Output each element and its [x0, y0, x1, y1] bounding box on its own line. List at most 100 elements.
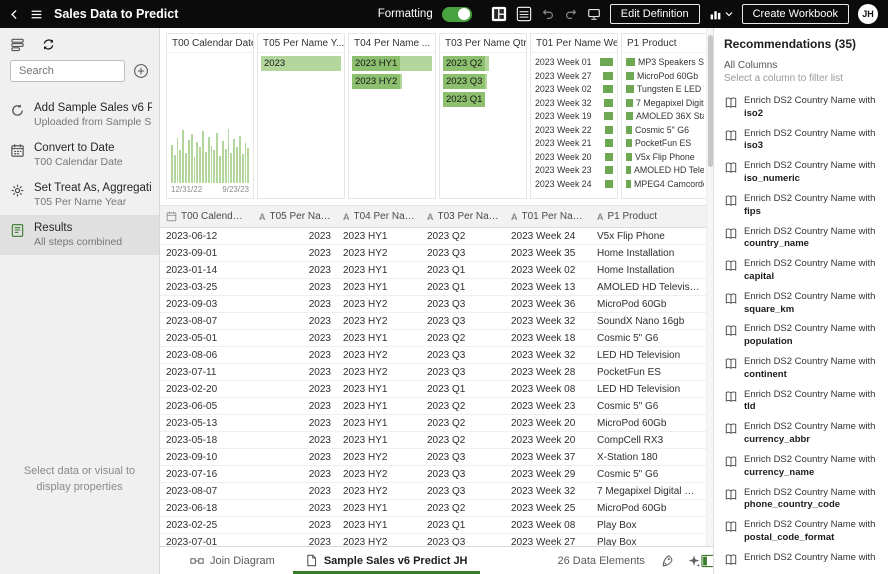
value-bar[interactable]: 2023 Q1 [443, 92, 485, 107]
book-icon [724, 357, 738, 371]
value-row[interactable]: AMOLED HD Televisi... [626, 164, 704, 176]
present-icon[interactable] [587, 7, 601, 21]
book-icon [724, 129, 738, 143]
value-row[interactable]: AMOLED 36X Standa... [626, 110, 704, 122]
value-row[interactable]: Cosmic 5" G6 [626, 124, 704, 136]
profile-card-6[interactable]: P1 Product MP3 Speakers System MicroPod 60… [621, 33, 709, 199]
value-row[interactable]: V5x Flip Phone [626, 151, 704, 163]
data-panel-icon[interactable] [10, 37, 25, 52]
table-cell: 2023 [253, 248, 337, 259]
value-bar[interactable]: 2023 [261, 56, 341, 71]
undo-icon[interactable] [541, 7, 555, 21]
avatar[interactable]: JH [858, 4, 878, 24]
data-quality-icon[interactable] [661, 554, 675, 568]
value-label: MicroPod 60Gb [637, 71, 704, 81]
value-row[interactable]: 2023 Week 23 [535, 164, 613, 176]
value-row[interactable]: 2023 Week 27 [535, 70, 613, 82]
recommendation-item[interactable]: Enrich DS2 Country Name withpostal_code_… [724, 519, 884, 545]
insights-sparkle-icon[interactable] [687, 554, 701, 568]
recommendation-item[interactable]: Enrich DS2 Country Name withcontinent [724, 356, 884, 382]
profile-card-3[interactable]: T04 Per Name ...2023 HY12023 HY2 [348, 33, 436, 199]
value-bar[interactable]: 2023 Q2 [443, 56, 489, 71]
recommendation-item[interactable]: Enrich DS2 Country Name with [724, 552, 884, 567]
value-bar[interactable]: 2023 HY1 [352, 56, 432, 71]
value-row[interactable]: 2023 Week 20 [535, 151, 613, 163]
search-input[interactable] [10, 60, 125, 82]
profile-card-title: P1 Product [622, 34, 708, 53]
recommendation-item[interactable]: Enrich DS2 Country Name withcountry_name [724, 226, 884, 252]
vertical-scrollbar[interactable] [706, 28, 713, 546]
panel-toggles [701, 554, 713, 568]
table-cell: 2023 [253, 452, 337, 463]
value-bar[interactable]: 2023 HY2 [352, 74, 402, 89]
table-cell: 2023 [253, 435, 337, 446]
canvas-layout-icon[interactable] [491, 6, 507, 22]
value-bar[interactable]: 2023 Q3 [443, 74, 487, 89]
profile-card-4[interactable]: T03 Per Name Qtr2023 Q22023 Q32023 Q1 [439, 33, 527, 199]
value-label: V5x Flip Phone [635, 152, 704, 162]
recommendation-item[interactable]: Enrich DS2 Country Name withcurrency_abb… [724, 421, 884, 447]
recommendation-item[interactable]: Enrich DS2 Country Name withsquare_km [724, 291, 884, 317]
value-label: MPEG4 Camcorder [634, 179, 704, 189]
recommendation-item[interactable]: Enrich DS2 Country Name withcurrency_nam… [724, 454, 884, 480]
table-cell: 2023 HY1 [337, 503, 421, 514]
value-row[interactable]: 2023 Week 21 [535, 137, 613, 149]
recommendation-item[interactable]: Enrich DS2 Country Name withiso3 [724, 128, 884, 154]
table-cell: 2023 HY2 [337, 316, 421, 327]
column-header-2[interactable]: AT05 Per Nam... [253, 211, 337, 222]
recommendation-item[interactable]: Enrich DS2 Country Name withphone_countr… [724, 487, 884, 513]
formatting-toggle[interactable] [442, 7, 472, 22]
value-row[interactable]: MicroPod 60Gb [626, 70, 704, 82]
value-row[interactable]: 2023 Week 22 [535, 124, 613, 136]
recommendations-filter-title: All Columns [724, 60, 884, 71]
recommendation-item[interactable]: Enrich DS2 Country Name withcapital [724, 258, 884, 284]
recommendation-item[interactable]: Enrich DS2 Country Name withtld [724, 389, 884, 415]
steps-panel-icon[interactable] [41, 37, 56, 52]
table-cell: Cosmic 5" G6 [591, 333, 706, 344]
value-row[interactable]: MP3 Speakers System [626, 56, 704, 68]
value-row[interactable]: 7 Megapixel Digital C... [626, 97, 704, 109]
sidebar-step-3[interactable]: Set Treat As, AggregationT05 Per Name Ye… [0, 175, 159, 215]
add-step-icon[interactable] [133, 63, 149, 79]
value-row[interactable]: PocketFun ES [626, 137, 704, 149]
text-type-icon: A [427, 212, 434, 222]
value-row[interactable]: 2023 Week 02 [535, 83, 613, 95]
recommendation-item[interactable]: Enrich DS2 Country Name withiso_numeric [724, 160, 884, 186]
redo-icon[interactable] [564, 7, 578, 21]
table-cell: 2023 Q3 [421, 486, 505, 497]
edit-definition-button[interactable]: Edit Definition [610, 4, 700, 24]
column-header-3[interactable]: AT04 Per Nam... [337, 211, 421, 222]
create-workbook-button[interactable]: Create Workbook [742, 4, 849, 24]
column-header-4[interactable]: AT03 Per Nam... [421, 211, 505, 222]
visualization-menu-button[interactable] [709, 8, 733, 21]
table-cell: 7 Megapixel Digital Came... [591, 486, 706, 497]
value-row[interactable]: 2023 Week 32 [535, 97, 613, 109]
recommendation-item[interactable]: Enrich DS2 Country Name withiso2 [724, 95, 884, 121]
scrollbar-thumb[interactable] [708, 35, 713, 167]
column-header-1[interactable]: T00 Calendar Date [160, 211, 253, 222]
table-layout-icon[interactable] [516, 6, 532, 22]
value-row[interactable]: 2023 Week 01 [535, 56, 613, 68]
sidebar-step-1[interactable]: Add Sample Sales v6 Pre...Uploaded from … [0, 95, 159, 135]
column-header-5[interactable]: AT01 Per Name ... [505, 211, 591, 222]
recommendation-text: Enrich DS2 Country Name with [744, 552, 875, 563]
tab-sample-sales-v6-predict[interactable]: Sample Sales v6 Predict JH [293, 547, 480, 574]
value-row[interactable]: MPEG4 Camcorder [626, 178, 704, 190]
recommendation-item[interactable]: Enrich DS2 Country Name withpopulation [724, 323, 884, 349]
value-row[interactable]: 2023 Week 19 [535, 110, 613, 122]
back-icon[interactable] [8, 8, 21, 21]
join-diagram-button[interactable]: Join Diagram [190, 554, 275, 568]
menu-icon[interactable] [30, 8, 43, 21]
toggle-left-panel-icon[interactable] [701, 554, 713, 568]
column-header-6[interactable]: AP1 Product [591, 211, 706, 222]
table-row: 2023-08-0720232023 HY22023 Q32023 Week 3… [160, 483, 706, 500]
profile-card-2[interactable]: T05 Per Name Y...2023 [257, 33, 345, 199]
recommendation-field: country_name [744, 238, 875, 251]
profile-card-1[interactable]: T00 Calendar Date12/31/229/23/23 [166, 33, 254, 199]
sidebar-step-2[interactable]: Convert to DateT00 Calendar Date [0, 135, 159, 175]
profile-card-5[interactable]: T01 Per Name Week2023 Week 012023 Week 2… [530, 33, 618, 199]
recommendation-item[interactable]: Enrich DS2 Country Name withfips [724, 193, 884, 219]
sidebar-step-4[interactable]: ResultsAll steps combined [0, 215, 159, 255]
value-row[interactable]: 2023 Week 24 [535, 178, 613, 190]
value-row[interactable]: Tungsten E LED TV [626, 83, 704, 95]
